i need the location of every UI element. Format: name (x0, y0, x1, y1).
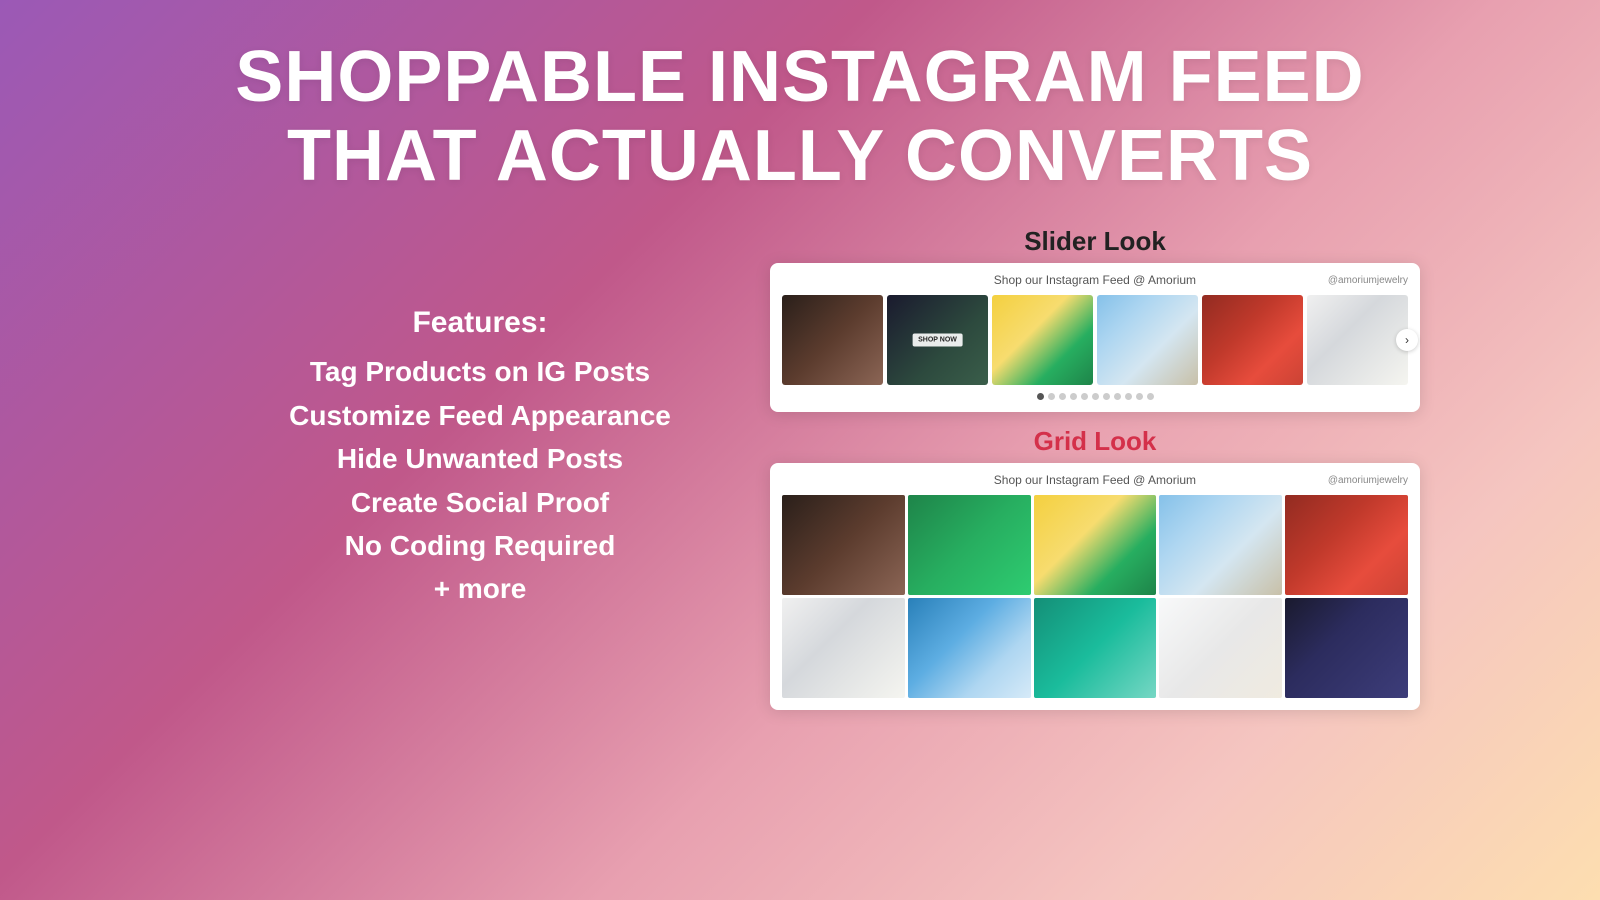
features-list: Tag Products on IG Posts Customize Feed … (289, 350, 671, 610)
grid-img-2 (908, 495, 1031, 595)
features-title: Features: (412, 306, 547, 340)
grid-img-9 (1159, 598, 1282, 698)
grid-card-header: Shop our Instagram Feed @ Amorium @amori… (782, 473, 1408, 487)
dot-6 (1092, 393, 1099, 400)
title-line2: THAT ACTUALLY CONVERTS (287, 116, 1313, 196)
grid-img-8 (1034, 598, 1157, 698)
slider-feed-title: Shop our Instagram Feed @ Amorium (862, 273, 1328, 287)
dot-2 (1048, 393, 1055, 400)
feature-item-4: Create Social Proof (289, 481, 671, 524)
slider-handle: @amoriumjewelry (1328, 275, 1408, 286)
slider-card-header: Shop our Instagram Feed @ Amorium @amori… (782, 273, 1408, 287)
grid-img-6 (782, 598, 905, 698)
slider-section: Slider Look Shop our Instagram Feed @ Am… (770, 226, 1420, 412)
page-wrapper: SHOPPABLE INSTAGRAM FEED THAT ACTUALLY C… (0, 0, 1600, 900)
dot-9 (1125, 393, 1132, 400)
features-panel: Features: Tag Products on IG Posts Custo… (150, 226, 770, 610)
dot-3 (1059, 393, 1066, 400)
dot-7 (1103, 393, 1110, 400)
grid-img-3 (1034, 495, 1157, 595)
dot-1 (1037, 393, 1044, 400)
slider-img-4 (1097, 295, 1198, 385)
grid-img-7 (908, 598, 1031, 698)
slider-feed-card: Shop our Instagram Feed @ Amorium @amori… (770, 263, 1420, 412)
grid-feed-title: Shop our Instagram Feed @ Amorium (862, 473, 1328, 487)
feature-item-1: Tag Products on IG Posts (289, 350, 671, 393)
slider-dots (782, 393, 1408, 400)
grid-img-4 (1159, 495, 1282, 595)
slider-img-5 (1202, 295, 1303, 385)
slider-img-6 (1307, 295, 1408, 385)
dot-10 (1136, 393, 1143, 400)
slider-images-row: SHOP NOW › (782, 295, 1408, 385)
main-title: SHOPPABLE INSTAGRAM FEED THAT ACTUALLY C… (235, 38, 1364, 196)
grid-img-10 (1285, 598, 1408, 698)
title-line1: SHOPPABLE INSTAGRAM FEED (235, 37, 1364, 117)
dot-8 (1114, 393, 1121, 400)
dot-5 (1081, 393, 1088, 400)
right-panel: Slider Look Shop our Instagram Feed @ Am… (770, 226, 1450, 710)
feature-item-6: + more (289, 567, 671, 610)
slider-next-button[interactable]: › (1396, 329, 1418, 351)
slider-section-label: Slider Look (770, 226, 1420, 257)
slider-img-2: SHOP NOW (887, 295, 988, 385)
slider-img-3 (992, 295, 1093, 385)
shop-now-label: SHOP NOW (912, 334, 963, 347)
slider-img-1 (782, 295, 883, 385)
grid-feed-card: Shop our Instagram Feed @ Amorium @amori… (770, 463, 1420, 710)
grid-section: Grid Look Shop our Instagram Feed @ Amor… (770, 426, 1420, 710)
feature-item-2: Customize Feed Appearance (289, 394, 671, 437)
content-row: Features: Tag Products on IG Posts Custo… (0, 226, 1600, 710)
grid-section-label: Grid Look (770, 426, 1420, 457)
header: SHOPPABLE INSTAGRAM FEED THAT ACTUALLY C… (235, 0, 1364, 206)
grid-img-1 (782, 495, 905, 595)
feature-item-5: No Coding Required (289, 524, 671, 567)
dot-4 (1070, 393, 1077, 400)
dot-11 (1147, 393, 1154, 400)
grid-images (782, 495, 1408, 698)
grid-handle: @amoriumjewelry (1328, 475, 1408, 486)
feature-item-3: Hide Unwanted Posts (289, 437, 671, 480)
grid-img-5 (1285, 495, 1408, 595)
